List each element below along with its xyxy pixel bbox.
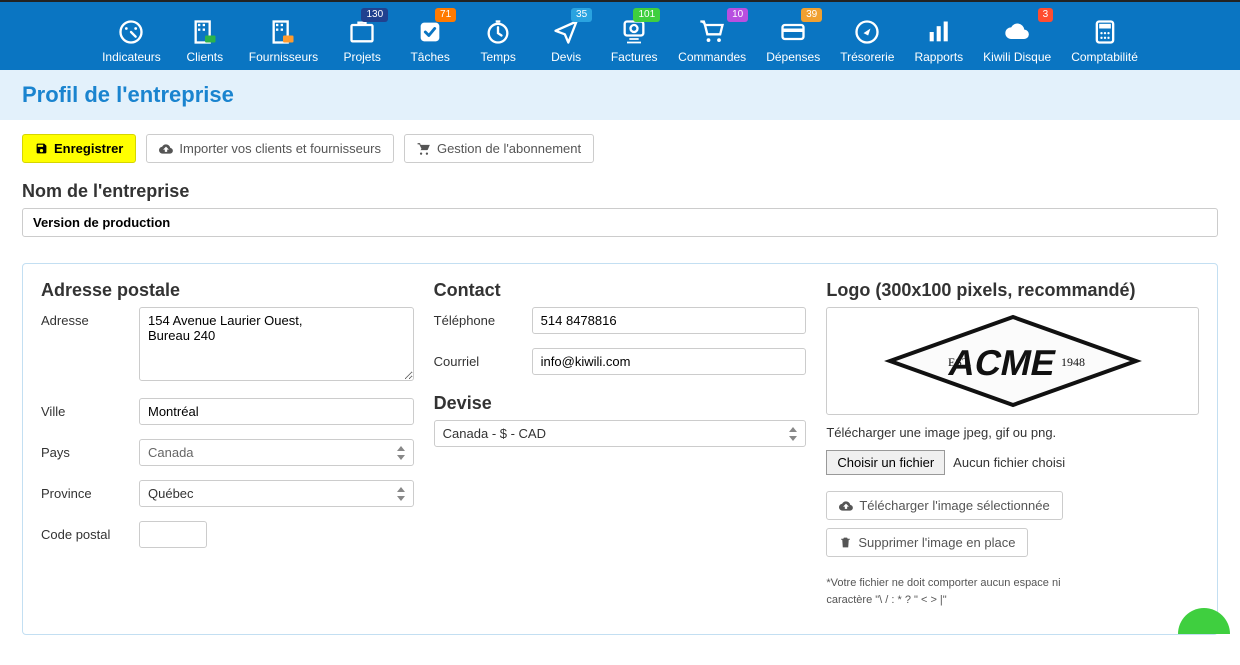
compass-icon — [853, 18, 881, 46]
nav-item-trésorerie[interactable]: Trésorerie — [830, 2, 904, 70]
nav-badge: 39 — [801, 8, 822, 22]
address-label: Adresse — [41, 307, 139, 328]
cloud-upload-icon — [839, 499, 853, 513]
company-name-label: Nom de l'entreprise — [22, 181, 1218, 202]
phone-input[interactable] — [532, 307, 807, 334]
nav-label: Dépenses — [766, 50, 820, 64]
quote-icon — [552, 18, 580, 46]
postal-input[interactable] — [139, 521, 207, 548]
nav-item-indicateurs[interactable]: Indicateurs — [92, 2, 171, 70]
bars-icon — [925, 18, 953, 46]
svg-text:1948: 1948 — [1061, 355, 1085, 369]
invoice-icon — [620, 18, 648, 46]
action-buttons: Enregistrer Importer vos clients et four… — [22, 134, 1218, 163]
nav-label: Commandes — [678, 50, 746, 64]
cart-icon — [698, 18, 726, 46]
currency-select[interactable]: Canada - $ - CAD — [434, 420, 807, 447]
nav-label: Rapports — [914, 50, 963, 64]
postal-label: Code postal — [41, 521, 139, 542]
file-chooser-row: Choisir un fichier Aucun fichier choisi — [826, 450, 1199, 475]
nav-item-projets[interactable]: Projets 130 — [328, 2, 396, 70]
upload-image-button[interactable]: Télécharger l'image sélectionnée — [826, 491, 1062, 520]
country-label: Pays — [41, 439, 139, 460]
cloud-icon — [1003, 18, 1031, 46]
trash-icon — [839, 536, 852, 549]
svg-text:ACME: ACME — [945, 342, 1060, 383]
save-button[interactable]: Enregistrer — [22, 134, 136, 163]
logo-footnote: *Votre fichier ne doit comporter aucun e… — [826, 575, 1086, 608]
page-title: Profil de l'entreprise — [22, 82, 1218, 108]
page-header: Profil de l'entreprise — [0, 70, 1240, 120]
nav-badge: 130 — [361, 8, 388, 22]
logo-column: Logo (300x100 pixels, recommandé) EST. 1… — [826, 280, 1199, 608]
email-label: Courriel — [434, 348, 532, 369]
nav-item-factures[interactable]: Factures 101 — [600, 2, 668, 70]
logo-title: Logo (300x100 pixels, recommandé) — [826, 280, 1199, 301]
contact-title: Contact — [434, 280, 807, 301]
calc-icon — [1091, 18, 1119, 46]
company-details-panel: Adresse postale Adresse Ville Pays Canad… — [22, 263, 1218, 635]
nav-badge: 10 — [727, 8, 748, 22]
nav-label: Comptabilité — [1071, 50, 1138, 64]
file-status: Aucun fichier choisi — [953, 455, 1065, 470]
gauge-icon — [117, 18, 145, 46]
email-input[interactable] — [532, 348, 807, 375]
nav-item-devis[interactable]: Devis 35 — [532, 2, 600, 70]
top-navbar: Indicateurs Clients Fournisseurs Projets 130… — [0, 0, 1240, 70]
acme-logo: EST. 1948 ACME — [878, 313, 1148, 409]
nav-label: Indicateurs — [102, 50, 161, 64]
contact-column: Contact Téléphone Courriel Devise Canada… — [434, 280, 807, 608]
country-select[interactable]: Canada — [139, 439, 414, 466]
nav-label: Trésorerie — [840, 50, 894, 64]
nav-item-rapports[interactable]: Rapports — [904, 2, 973, 70]
nav-badge: 71 — [435, 8, 456, 22]
nav-badge: 35 — [571, 8, 592, 22]
card-icon — [779, 18, 807, 46]
cloud-upload-icon — [159, 142, 173, 156]
nav-label: Factures — [611, 50, 658, 64]
nav-item-clients[interactable]: Clients — [171, 2, 239, 70]
nav-item-commandes[interactable]: Commandes 10 — [668, 2, 756, 70]
nav-label: Projets — [343, 50, 380, 64]
nav-item-fournisseurs[interactable]: Fournisseurs — [239, 2, 328, 70]
nav-label: Kiwili Disque — [983, 50, 1051, 64]
address-title: Adresse postale — [41, 280, 414, 301]
nav-item-tâches[interactable]: Tâches 71 — [396, 2, 464, 70]
clients-icon — [191, 18, 219, 46]
nav-items: Indicateurs Clients Fournisseurs Projets 130… — [92, 2, 1148, 70]
nav-item-dépenses[interactable]: Dépenses 39 — [756, 2, 830, 70]
city-input[interactable] — [139, 398, 414, 425]
save-icon — [35, 142, 48, 155]
cart-icon — [417, 142, 431, 156]
delete-image-button[interactable]: Supprimer l'image en place — [826, 528, 1028, 557]
tasks-icon — [416, 18, 444, 46]
nav-label: Clients — [186, 50, 223, 64]
nav-badge: 3 — [1038, 8, 1054, 22]
logo-hint: Télécharger une image jpeg, gif ou png. — [826, 425, 1199, 440]
phone-label: Téléphone — [434, 307, 532, 328]
time-icon — [484, 18, 512, 46]
nav-label: Temps — [480, 50, 515, 64]
company-name-input[interactable] — [22, 208, 1218, 237]
choose-file-button[interactable]: Choisir un fichier — [826, 450, 945, 475]
city-label: Ville — [41, 398, 139, 419]
address-column: Adresse postale Adresse Ville Pays Canad… — [41, 280, 414, 608]
nav-item-kiwili disque[interactable]: Kiwili Disque 3 — [973, 2, 1061, 70]
nav-label: Fournisseurs — [249, 50, 318, 64]
nav-label: Devis — [551, 50, 581, 64]
nav-item-temps[interactable]: Temps — [464, 2, 532, 70]
suppliers-icon — [269, 18, 297, 46]
province-select[interactable]: Québec — [139, 480, 414, 507]
subscription-button[interactable]: Gestion de l'abonnement — [404, 134, 594, 163]
province-label: Province — [41, 480, 139, 501]
import-button[interactable]: Importer vos clients et fournisseurs — [146, 134, 394, 163]
projects-icon — [348, 18, 376, 46]
nav-label: Tâches — [410, 50, 449, 64]
address-input[interactable] — [139, 307, 414, 381]
currency-title: Devise — [434, 393, 807, 414]
nav-badge: 101 — [633, 8, 660, 22]
logo-preview: EST. 1948 ACME — [826, 307, 1199, 415]
nav-item-comptabilité[interactable]: Comptabilité — [1061, 2, 1148, 70]
